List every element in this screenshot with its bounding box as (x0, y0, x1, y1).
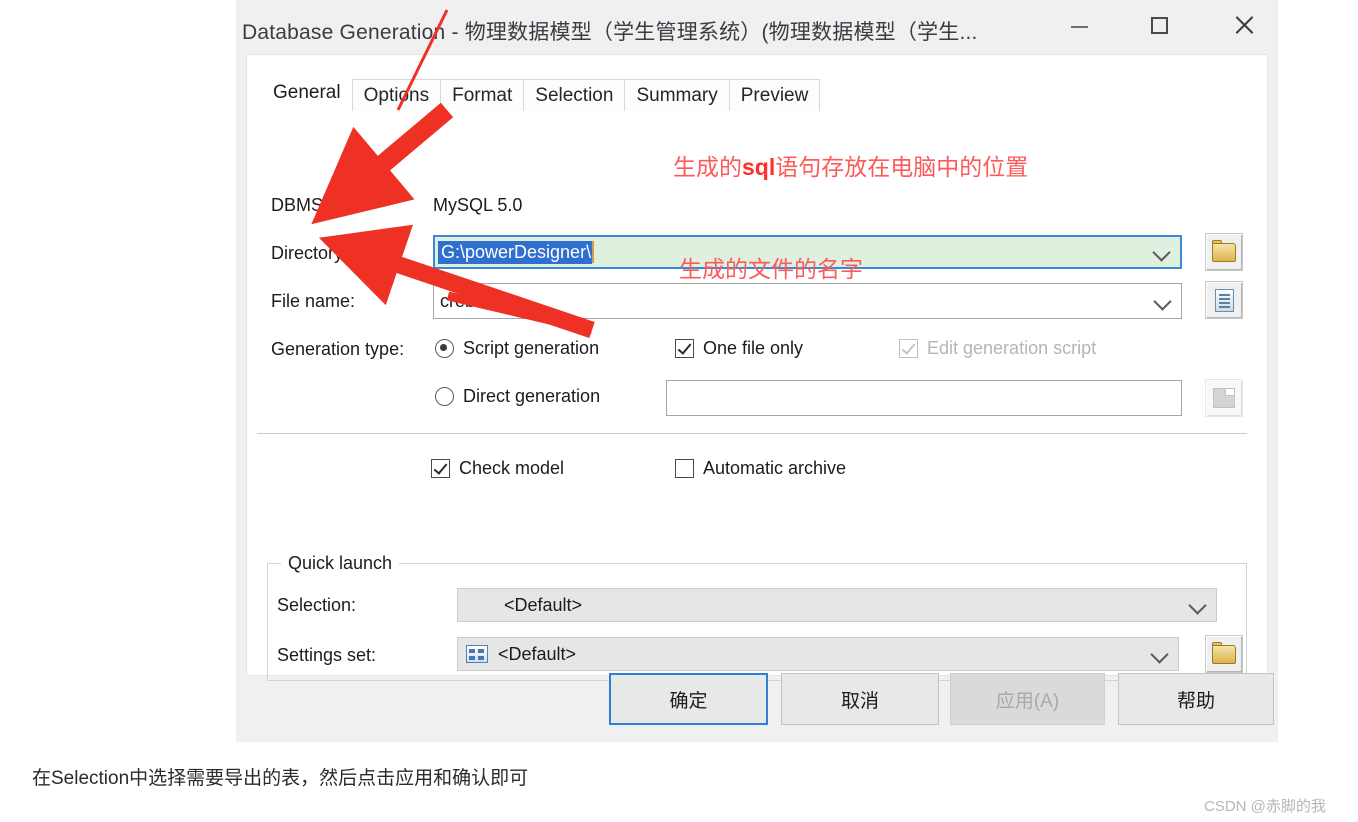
directory-value: G:\powerDesigner\ (438, 240, 593, 264)
settings-set-combo[interactable]: <Default> (457, 637, 1179, 671)
chevron-down-icon[interactable] (1154, 244, 1170, 260)
chevron-down-icon[interactable] (1155, 293, 1171, 309)
chevron-down-icon[interactable] (1152, 646, 1168, 662)
folder-icon (1212, 641, 1236, 664)
checkbox-edit-generation-script: Edit generation script (899, 338, 1096, 359)
dbms-value: MySQL 5.0 (433, 195, 523, 215)
selection-label: Selection: (277, 595, 357, 615)
ok-button[interactable]: 确定 (609, 673, 768, 725)
direct-generation-target-browse-button (1205, 379, 1243, 417)
maximize-icon (1150, 16, 1168, 34)
radio-label: Script generation (463, 338, 600, 358)
maximize-button[interactable] (1126, 0, 1192, 50)
settings-set-value: <Default> (498, 643, 577, 664)
directory-label: Directory: (271, 243, 349, 263)
settings-set-label: Settings set: (277, 645, 377, 665)
tab-options[interactable]: Options (351, 79, 442, 113)
settings-set-browse-button[interactable] (1205, 635, 1243, 673)
title-bar: Database Generation - 物理数据模型（学生管理系统）(物理数… (236, 0, 1278, 58)
checkbox-check-model[interactable]: Check model (431, 458, 564, 479)
file-name-value: crebas (440, 290, 495, 311)
minimize-icon (1070, 26, 1088, 28)
settings-set-icon (466, 645, 488, 663)
file-name-label: File name: (271, 291, 356, 311)
tab-selection[interactable]: Selection (523, 79, 626, 113)
tab-strip: General Options Format Selection Summary… (261, 75, 821, 113)
file-name-input[interactable]: crebas (433, 283, 1182, 319)
folder-icon (1212, 239, 1236, 262)
tab-summary[interactable]: Summary (624, 79, 730, 113)
selection-combo[interactable]: <Default> (457, 588, 1217, 622)
checkbox-indicator (675, 459, 694, 478)
database-target-icon (1213, 388, 1235, 408)
chevron-down-icon[interactable] (1190, 597, 1206, 613)
page-caption: 在Selection中选择需要导出的表，然后点击应用和确认即可 (32, 768, 529, 789)
tab-preview[interactable]: Preview (728, 79, 821, 113)
general-tab-page: DBMS: MySQL 5.0 Directory: G:\powerDesig… (257, 111, 1257, 681)
checkbox-indicator (899, 339, 918, 358)
quick-launch-title: Quick launch (281, 553, 400, 574)
minimize-button[interactable] (1046, 0, 1112, 50)
checkbox-label: Automatic archive (703, 458, 847, 478)
document-icon (1214, 288, 1234, 312)
tab-format[interactable]: Format (440, 79, 525, 113)
generation-type-label: Generation type: (271, 339, 405, 359)
checkbox-indicator (675, 339, 694, 358)
direct-generation-target-input[interactable] (666, 380, 1182, 416)
window-title: Database Generation - 物理数据模型（学生管理系统）(物理数… (242, 21, 978, 44)
radio-indicator (435, 387, 454, 406)
checkbox-indicator (431, 459, 450, 478)
close-icon (1233, 14, 1255, 36)
dialog-client-area: General Options Format Selection Summary… (246, 54, 1268, 681)
radio-indicator (435, 339, 454, 358)
apply-button: 应用(A) (950, 673, 1105, 725)
database-generation-dialog: Database Generation - 物理数据模型（学生管理系统）(物理数… (236, 0, 1278, 742)
radio-direct-generation[interactable]: Direct generation (435, 386, 600, 407)
checkbox-label: Check model (459, 458, 565, 478)
radio-script-generation[interactable]: Script generation (435, 338, 599, 359)
help-button[interactable]: 帮助 (1118, 673, 1274, 725)
selection-value: <Default> (504, 594, 583, 615)
watermark: CSDN @赤脚的我 (1204, 798, 1326, 815)
section-divider (257, 433, 1247, 434)
checkbox-label: Edit generation script (927, 338, 1097, 358)
tab-general[interactable]: General (261, 75, 353, 113)
directory-browse-button[interactable] (1205, 233, 1243, 271)
directory-input[interactable]: G:\powerDesigner\ (433, 235, 1182, 269)
close-button[interactable] (1211, 0, 1277, 50)
radio-label: Direct generation (463, 386, 601, 406)
file-name-browse-button[interactable] (1205, 281, 1243, 319)
dbms-label: DBMS: (271, 195, 329, 215)
cancel-button[interactable]: 取消 (781, 673, 939, 725)
checkbox-one-file-only[interactable]: One file only (675, 338, 803, 359)
checkbox-automatic-archive[interactable]: Automatic archive (675, 458, 846, 479)
text-caret (592, 241, 595, 263)
checkbox-label: One file only (703, 338, 804, 358)
